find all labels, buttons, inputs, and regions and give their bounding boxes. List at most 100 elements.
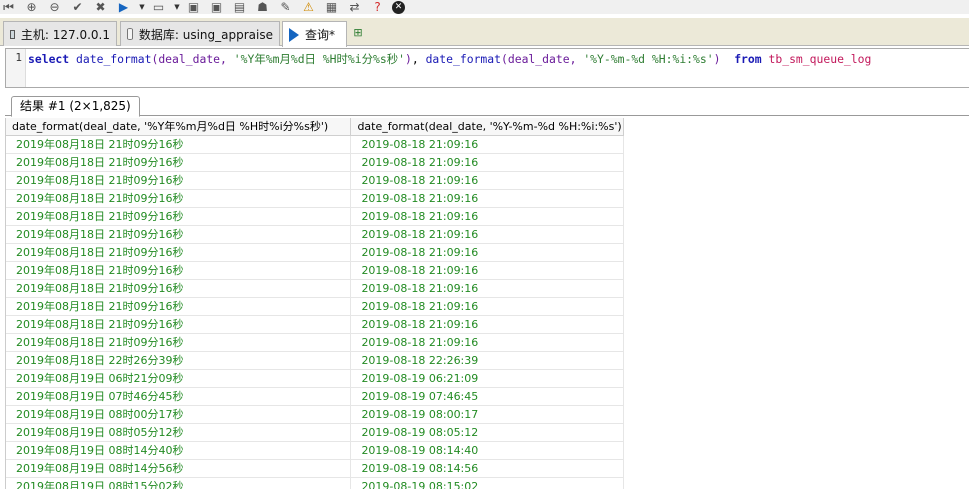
tab-host[interactable]: 主机: 127.0.0.1 xyxy=(3,21,117,46)
help-icon[interactable]: ? xyxy=(369,0,386,14)
warning-icon[interactable]: ⚠ xyxy=(300,0,317,14)
cell-iso-datetime[interactable]: 2019-08-18 21:09:16 xyxy=(351,244,624,261)
cell-cn-datetime[interactable]: 2019年08月19日 08时05分12秒 xyxy=(6,424,352,441)
cell-cn-datetime[interactable]: 2019年08月19日 08时14分40秒 xyxy=(6,442,352,459)
cell-iso-datetime[interactable]: 2019-08-19 06:21:09 xyxy=(351,370,624,387)
cell-iso-datetime[interactable]: 2019-08-19 08:05:12 xyxy=(351,424,624,441)
sql-column: deal_date xyxy=(507,52,570,66)
table-row[interactable]: 2019年08月18日 21时09分16秒 2019-08-18 21:09:16 xyxy=(6,172,624,190)
cell-cn-datetime[interactable]: 2019年08月19日 08时00分17秒 xyxy=(6,406,352,423)
sql-comma: , xyxy=(569,52,584,66)
cell-iso-datetime[interactable]: 2019-08-19 08:14:56 xyxy=(351,460,624,477)
save-icon[interactable]: ▣ xyxy=(185,0,202,14)
tab-database[interactable]: 数据库: using_appraise xyxy=(120,21,280,46)
table-row[interactable]: 2019年08月18日 21时09分16秒 2019-08-18 21:09:16 xyxy=(6,208,624,226)
check-icon[interactable]: ✔ xyxy=(69,0,86,14)
table-row[interactable]: 2019年08月18日 21时09分16秒 2019-08-18 21:09:16 xyxy=(6,298,624,316)
table-row[interactable]: 2019年08月18日 21时09分16秒 2019-08-18 21:09:16 xyxy=(6,244,624,262)
sql-paren: ) xyxy=(404,52,412,66)
folder-dropdown-icon[interactable]: ▼ xyxy=(173,0,181,14)
tab-result-1[interactable]: 结果 #1 (2×1,825) xyxy=(11,96,140,117)
sql-editor[interactable]: 1 select date_format(deal_date, '%Y年%m月%… xyxy=(5,48,969,88)
table-row[interactable]: 2019年08月19日 08时15分02秒 2019-08-19 08:15:02 xyxy=(6,478,624,489)
sql-comma: , xyxy=(220,52,234,66)
add-icon[interactable]: ⊕ xyxy=(23,0,40,14)
cell-cn-datetime[interactable]: 2019年08月18日 21时09分16秒 xyxy=(6,208,352,225)
table-icon[interactable]: ▤ xyxy=(231,0,248,14)
sql-paren: ( xyxy=(501,52,508,66)
transfer-icon[interactable]: ⇄ xyxy=(346,0,363,14)
new-query-tab-icon[interactable]: ⊞ xyxy=(350,26,366,40)
column-header-cn-format[interactable]: date_format(deal_date, '%Y年%m月%d日 %H时%i分… xyxy=(6,118,352,136)
cell-iso-datetime[interactable]: 2019-08-18 21:09:16 xyxy=(351,154,624,171)
cell-iso-datetime[interactable]: 2019-08-18 21:09:16 xyxy=(351,208,624,225)
table-row[interactable]: 2019年08月18日 21时09分16秒 2019-08-18 21:09:16 xyxy=(6,262,624,280)
cell-iso-datetime[interactable]: 2019-08-19 08:00:17 xyxy=(351,406,624,423)
cell-cn-datetime[interactable]: 2019年08月18日 21时09分16秒 xyxy=(6,262,352,279)
cell-iso-datetime[interactable]: 2019-08-18 21:09:16 xyxy=(351,298,624,315)
cell-cn-datetime[interactable]: 2019年08月18日 21时09分16秒 xyxy=(6,226,352,243)
cell-cn-datetime[interactable]: 2019年08月18日 21时09分16秒 xyxy=(6,316,352,333)
table-row[interactable]: 2019年08月19日 08时14分40秒 2019-08-19 08:14:40 xyxy=(6,442,624,460)
stop-icon[interactable]: ✕ xyxy=(392,0,405,14)
cell-cn-datetime[interactable]: 2019年08月18日 21时09分16秒 xyxy=(6,136,352,153)
table-row[interactable]: 2019年08月18日 22时26分39秒 2019-08-18 22:26:39 xyxy=(6,352,624,370)
sql-keyword-select: select xyxy=(28,52,70,66)
sql-function: date_format xyxy=(425,52,501,66)
cell-iso-datetime[interactable]: 2019-08-18 21:09:16 xyxy=(351,172,624,189)
run-dropdown-icon[interactable]: ▼ xyxy=(138,0,146,14)
table-row[interactable]: 2019年08月18日 21时09分16秒 2019-08-18 21:09:16 xyxy=(6,226,624,244)
results-grid[interactable]: date_format(deal_date, '%Y年%m月%d日 %H时%i分… xyxy=(5,118,624,489)
table-row[interactable]: 2019年08月19日 08时14分56秒 2019-08-19 08:14:56 xyxy=(6,460,624,478)
cell-cn-datetime[interactable]: 2019年08月19日 06时21分09秒 xyxy=(6,370,352,387)
table-row[interactable]: 2019年08月18日 21时09分16秒 2019-08-18 21:09:16 xyxy=(6,190,624,208)
sql-table-name: tb_sm_queue_log xyxy=(768,52,872,66)
tab-query[interactable]: 查询* xyxy=(282,21,347,47)
cell-iso-datetime[interactable]: 2019-08-18 21:09:16 xyxy=(351,190,624,207)
table-row[interactable]: 2019年08月18日 21时09分16秒 2019-08-18 21:09:16 xyxy=(6,316,624,334)
cell-iso-datetime[interactable]: 2019-08-18 21:09:16 xyxy=(351,334,624,351)
sql-code-line[interactable]: select date_format(deal_date, '%Y年%m月%d日… xyxy=(28,51,871,67)
export-icon[interactable]: ▦ xyxy=(323,0,340,14)
cell-iso-datetime[interactable]: 2019-08-18 21:09:16 xyxy=(351,316,624,333)
save-all-icon[interactable]: ▣ xyxy=(208,0,225,14)
cell-iso-datetime[interactable]: 2019-08-19 07:46:45 xyxy=(351,388,624,405)
remove-icon[interactable]: ⊖ xyxy=(46,0,63,14)
cell-cn-datetime[interactable]: 2019年08月18日 21时09分16秒 xyxy=(6,190,352,207)
cell-cn-datetime[interactable]: 2019年08月18日 21时09分16秒 xyxy=(6,244,352,261)
folder-icon[interactable]: ▭ xyxy=(150,0,167,14)
table-row[interactable]: 2019年08月18日 21时09分16秒 2019-08-18 21:09:16 xyxy=(6,154,624,172)
cell-cn-datetime[interactable]: 2019年08月18日 21时09分16秒 xyxy=(6,298,352,315)
cell-iso-datetime[interactable]: 2019-08-18 21:09:16 xyxy=(351,136,624,153)
cell-iso-datetime[interactable]: 2019-08-18 21:09:16 xyxy=(351,280,624,297)
cancel-icon[interactable]: ✖ xyxy=(92,0,109,14)
users-icon[interactable]: ☗ xyxy=(254,0,271,14)
cell-cn-datetime[interactable]: 2019年08月18日 21时09分16秒 xyxy=(6,172,352,189)
table-row[interactable]: 2019年08月18日 21时09分16秒 2019-08-18 21:09:16 xyxy=(6,280,624,298)
edit-icon[interactable]: ✎ xyxy=(277,0,294,14)
cell-iso-datetime[interactable]: 2019-08-19 08:14:40 xyxy=(351,442,624,459)
table-row[interactable]: 2019年08月19日 08时05分12秒 2019-08-19 08:05:12 xyxy=(6,424,624,442)
cell-cn-datetime[interactable]: 2019年08月18日 21时09分16秒 xyxy=(6,154,352,171)
table-row[interactable]: 2019年08月18日 21时09分16秒 2019-08-18 21:09:16 xyxy=(6,136,624,154)
table-row[interactable]: 2019年08月19日 06时21分09秒 2019-08-19 06:21:09 xyxy=(6,370,624,388)
cell-cn-datetime[interactable]: 2019年08月18日 21时09分16秒 xyxy=(6,334,352,351)
step-icon[interactable]: ⏮ xyxy=(0,0,17,14)
table-row[interactable]: 2019年08月19日 07时46分45秒 2019-08-19 07:46:45 xyxy=(6,388,624,406)
sql-separator: , xyxy=(411,52,426,66)
tab-query-label: 查询* xyxy=(305,28,336,42)
cell-iso-datetime[interactable]: 2019-08-19 08:15:02 xyxy=(351,478,624,489)
cell-iso-datetime[interactable]: 2019-08-18 22:26:39 xyxy=(351,352,624,369)
cell-iso-datetime[interactable]: 2019-08-18 21:09:16 xyxy=(351,262,624,279)
column-header-iso-format[interactable]: date_format(deal_date, '%Y-%m-%d %H:%i:%… xyxy=(351,118,624,136)
cell-cn-datetime[interactable]: 2019年08月19日 08时15分02秒 xyxy=(6,478,352,489)
cell-cn-datetime[interactable]: 2019年08月19日 08时14分56秒 xyxy=(6,460,352,477)
run-icon[interactable]: ▶ xyxy=(115,0,132,14)
cell-cn-datetime[interactable]: 2019年08月18日 21时09分16秒 xyxy=(6,280,352,297)
cell-iso-datetime[interactable]: 2019-08-18 21:09:16 xyxy=(351,226,624,243)
cell-cn-datetime[interactable]: 2019年08月18日 22时26分39秒 xyxy=(6,352,352,369)
table-row[interactable]: 2019年08月18日 21时09分16秒 2019-08-18 21:09:16 xyxy=(6,334,624,352)
cell-cn-datetime[interactable]: 2019年08月19日 07时46分45秒 xyxy=(6,388,352,405)
table-row[interactable]: 2019年08月19日 08时00分17秒 2019-08-19 08:00:17 xyxy=(6,406,624,424)
line-number: 1 xyxy=(15,51,22,64)
